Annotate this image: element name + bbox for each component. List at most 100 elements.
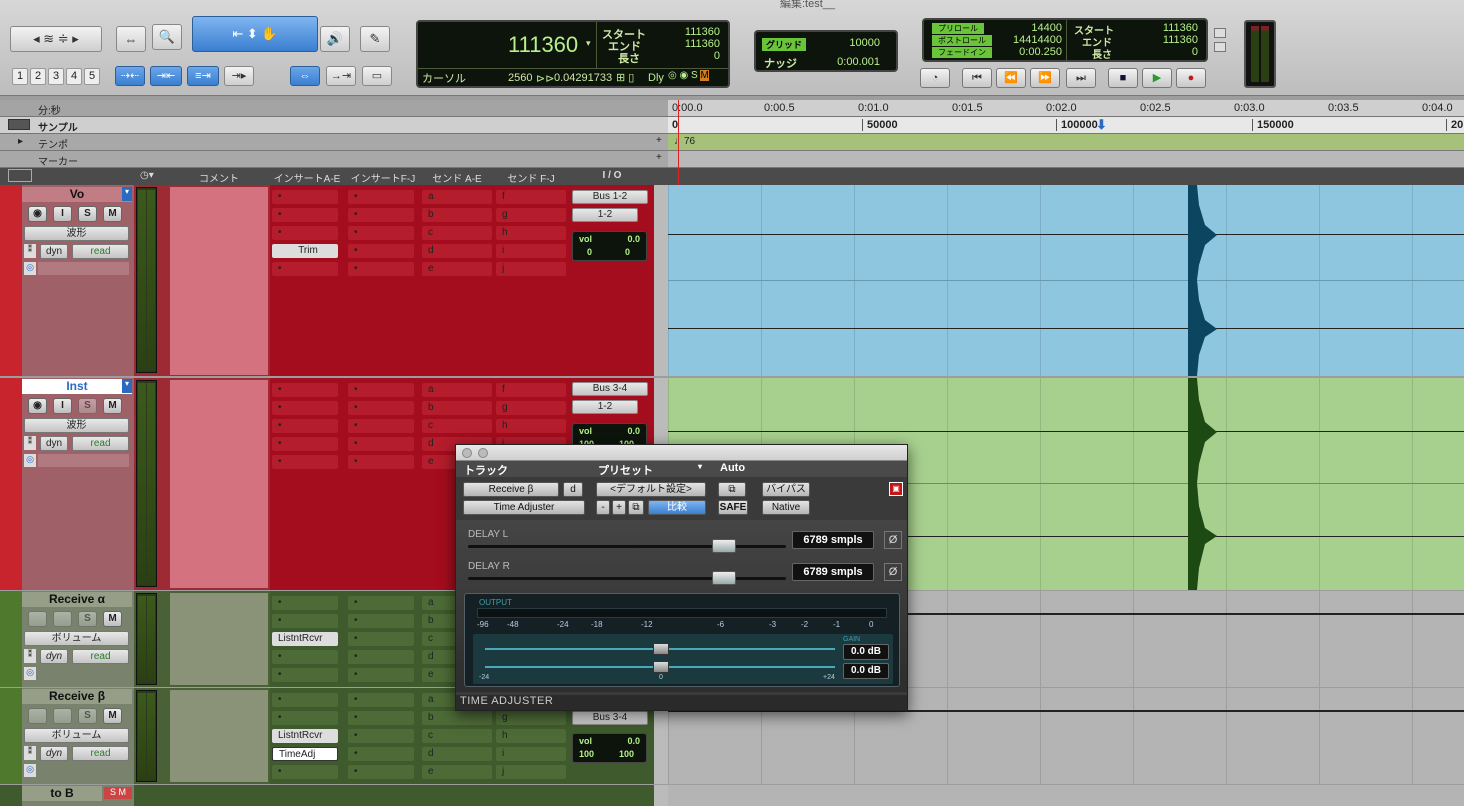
minsec-timeline[interactable]: 0:00.0 0:00.5 0:01.0 0:01.5 0:02.0 0:02.… xyxy=(668,100,1464,117)
vo-waveform-region[interactable] xyxy=(668,185,1464,376)
playlist-icon[interactable]: ◎ xyxy=(24,764,36,777)
collapse-button[interactable] xyxy=(1214,42,1226,52)
insert-slot-j[interactable]: • xyxy=(348,455,414,469)
send-slot-e[interactable]: e xyxy=(422,668,456,682)
preroll-button[interactable]: プリロール xyxy=(932,23,984,34)
insert-slot-d[interactable]: • xyxy=(272,437,338,451)
native-selector[interactable]: Native xyxy=(762,500,810,515)
preset-copy-icon[interactable]: ⧉ xyxy=(628,500,644,515)
insert-slot-h[interactable]: • xyxy=(348,226,414,240)
insert-slot-a[interactable]: • xyxy=(272,383,338,397)
send-slot-c[interactable]: c xyxy=(422,226,492,240)
input-selector[interactable]: 1-2 xyxy=(572,400,638,414)
send-slot-b[interactable]: b xyxy=(422,208,492,222)
vol-value[interactable]: 0.0 xyxy=(627,736,640,746)
fadein-button[interactable]: フェードイン xyxy=(932,47,992,58)
link-timeline-button[interactable]: ⇢⇠ xyxy=(115,66,145,86)
pan-right-value[interactable]: 0 xyxy=(625,247,630,257)
pre-length-value[interactable]: 0 xyxy=(1192,46,1198,58)
phase-invert-r-button[interactable]: Ø xyxy=(884,563,902,581)
gain-r-value[interactable]: 0.0 dB xyxy=(843,663,889,679)
postroll-button[interactable]: ポストロール xyxy=(932,35,992,46)
send-slot-h[interactable]: h xyxy=(496,226,566,240)
insert-slot-g[interactable]: • xyxy=(348,711,414,725)
preroll-display[interactable]: プリロール ポストロール フェードイン 14400 14414400 0:00.… xyxy=(922,18,1208,62)
pan-left-value[interactable]: 100 xyxy=(579,749,594,759)
insert-slot-d[interactable]: • xyxy=(272,650,338,664)
insert-slot-j[interactable]: • xyxy=(348,668,414,682)
rewind-icon[interactable]: ⏪ xyxy=(996,68,1026,88)
insert-slot-g[interactable]: • xyxy=(348,401,414,415)
insert-slot-g[interactable]: • xyxy=(348,208,414,222)
zoom-preset-1[interactable]: 1 xyxy=(12,68,28,85)
track-view-selector[interactable]: 波形 xyxy=(24,226,129,241)
input-monitor-button[interactable]: I xyxy=(53,398,72,414)
send-slot-c[interactable]: c xyxy=(422,419,492,433)
insert-slot-h[interactable]: • xyxy=(348,729,414,743)
send-slot-c[interactable]: c xyxy=(422,632,456,646)
pre-start-value[interactable]: 111360 xyxy=(1163,22,1198,34)
plugin-insert-selector[interactable]: d xyxy=(563,482,583,497)
delay-comp-label[interactable]: Dly xyxy=(648,72,664,84)
zoomer-tool-icon[interactable]: 🔍 xyxy=(152,24,182,50)
edit-tools-group[interactable]: ⇤ ⬍ ✋ xyxy=(192,16,318,52)
comment-field[interactable] xyxy=(170,690,268,782)
main-counter[interactable]: 111360 ▾ スタート エンド 長さ 111360 111360 0 カーソ… xyxy=(416,20,730,88)
stop-icon[interactable]: ■ xyxy=(1108,68,1138,88)
comment-field[interactable] xyxy=(170,187,268,375)
zoom-preset-3[interactable]: 3 xyxy=(48,68,64,85)
delay-r-thumb[interactable] xyxy=(712,571,736,585)
start-value[interactable]: 111360 xyxy=(685,26,720,38)
insertion-follows-button[interactable]: ≡⇥ xyxy=(187,66,219,86)
grid-button[interactable]: グリッド xyxy=(762,38,807,51)
pencil-tool-icon[interactable]: ✎ xyxy=(360,26,390,52)
comment-field[interactable] xyxy=(170,380,268,588)
plugin-preset-selector[interactable]: <デフォルト設定> xyxy=(596,482,706,497)
send-slot-a[interactable]: a xyxy=(422,383,492,397)
insert-slot-b[interactable]: • xyxy=(272,401,338,415)
mirror-midi-button[interactable]: ⇔ xyxy=(290,66,320,86)
plugin-titlebar[interactable] xyxy=(456,445,907,461)
grid-nudge-display[interactable]: グリッド 10000 ナッジ 0:00.001 xyxy=(754,30,898,72)
add-tempo-icon[interactable]: + xyxy=(656,135,662,146)
vol-value[interactable]: 0.0 xyxy=(627,234,640,244)
zoom-toggle-button[interactable]: ⇔ xyxy=(116,26,146,52)
insert-slot-f[interactable]: • xyxy=(348,383,414,397)
insert-slot-c[interactable]: • xyxy=(272,226,338,240)
track-menu-icon[interactable]: ▾ xyxy=(122,379,132,393)
pan-left-value[interactable]: 0 xyxy=(587,247,592,257)
delay-r-value[interactable]: 6789 smpls xyxy=(792,563,874,581)
insert-slot-f[interactable]: • xyxy=(348,693,414,707)
play-icon[interactable]: ▶ xyxy=(1142,68,1172,88)
insert-slot-a[interactable]: • xyxy=(272,596,338,610)
input-selector[interactable]: 1-2 xyxy=(572,208,638,222)
gain-l-value[interactable]: 0.0 dB xyxy=(843,644,889,660)
insert-slot-e[interactable]: • xyxy=(272,262,338,276)
timebase-icon[interactable]: ⁑ xyxy=(24,746,36,760)
speaker-icon[interactable]: 🔊 xyxy=(320,26,350,52)
send-slot-g[interactable]: g xyxy=(496,711,566,725)
to-b-region[interactable] xyxy=(668,785,1464,806)
counter-status-icons[interactable]: ◎ ◉ S M xyxy=(668,70,718,82)
elastic-audio-selector[interactable]: dyn xyxy=(40,436,68,451)
grid-value[interactable]: 10000 xyxy=(849,37,880,49)
solo-button[interactable]: S xyxy=(78,708,97,724)
playhead-marker-icon[interactable]: ⬇ xyxy=(1096,117,1107,133)
keyboard-focus-button[interactable]: →⇥ xyxy=(326,66,356,86)
playlist-icon[interactable]: ◎ xyxy=(24,667,36,680)
preset-prev-button[interactable]: - xyxy=(596,500,610,515)
send-slot-h[interactable]: h xyxy=(496,729,566,743)
pan-right-value[interactable]: 100 xyxy=(619,749,634,759)
send-slot-a[interactable]: a xyxy=(422,190,492,204)
solo-button[interactable]: S xyxy=(78,206,97,222)
insert-slot-i[interactable]: • xyxy=(348,437,414,451)
delay-r-slider[interactable] xyxy=(468,577,786,580)
plugin-track-selector[interactable]: Receive β xyxy=(463,482,559,497)
track-name[interactable]: Receive β xyxy=(22,689,132,704)
go-to-end-icon[interactable]: ⏭ xyxy=(1066,68,1096,88)
minimize-icon[interactable] xyxy=(478,448,488,458)
track-view-selector[interactable]: ボリューム xyxy=(24,728,129,743)
insert-slot-c[interactable]: ListntRcvr xyxy=(272,729,338,743)
disclosure-triangle-icon[interactable]: ▸ xyxy=(18,136,23,147)
send-slot-d[interactable]: d xyxy=(422,244,492,258)
